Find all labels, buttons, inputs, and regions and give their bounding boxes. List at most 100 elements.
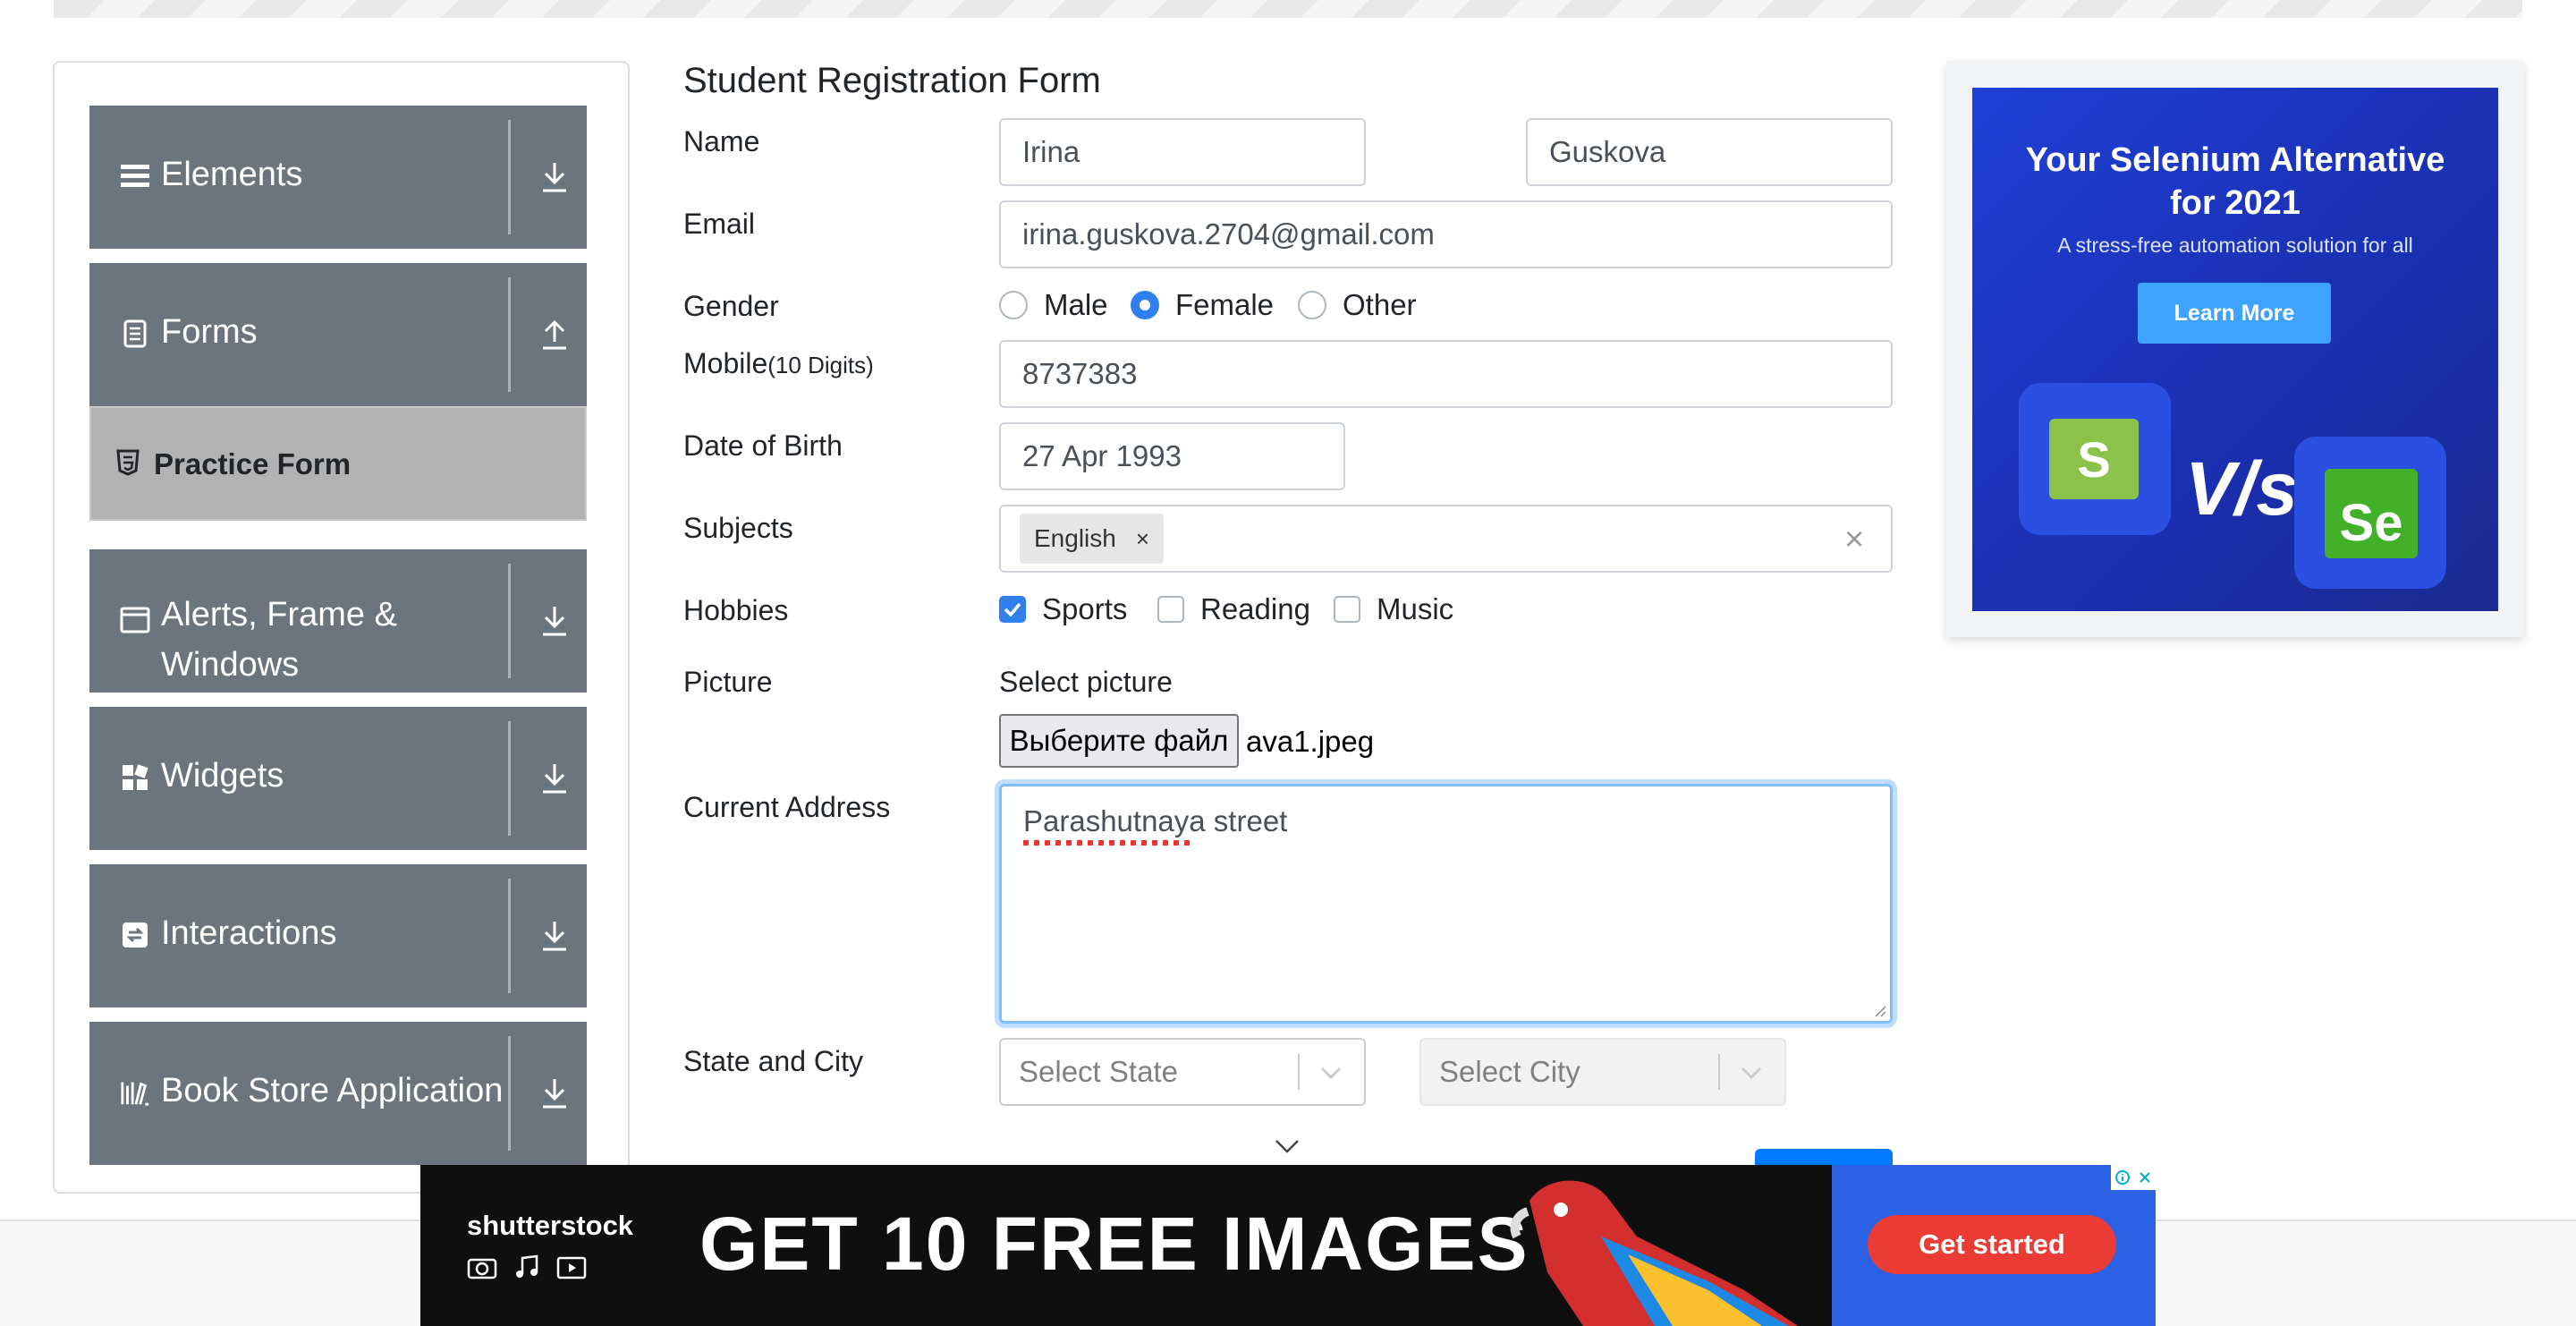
sidebar-group-label: Forms (161, 313, 258, 351)
last-name-input[interactable]: Guskova (1526, 118, 1893, 186)
page-title: Student Registration Form (683, 61, 1101, 100)
choose-file-button[interactable]: Выберите файл (999, 714, 1239, 768)
download-icon[interactable] (538, 603, 571, 639)
current-address-textarea[interactable]: Parashutnaya street (999, 784, 1893, 1024)
sidebar-group-label: Elements (161, 156, 303, 193)
document-icon (120, 319, 150, 349)
music-icon (516, 1254, 538, 1278)
divider (508, 120, 511, 234)
clear-icon[interactable]: × (1844, 521, 1864, 559)
scroll-chevron-icon[interactable] (1274, 1136, 1301, 1156)
ad-banner[interactable]: Your Selenium Alternative for 2021 A str… (1972, 88, 2498, 611)
radio-circle[interactable] (1298, 291, 1326, 319)
hobby-checkbox-music[interactable]: Music (1334, 592, 1453, 626)
sidebar-group-elements[interactable]: Elements (89, 106, 587, 249)
resize-handle-icon[interactable] (1872, 1003, 1886, 1017)
hobbies-label: Hobbies (683, 594, 789, 626)
adchoices-icon[interactable] (2111, 1165, 2156, 1190)
media-icons (467, 1254, 587, 1279)
learn-more-button[interactable]: Learn More (2138, 283, 2331, 344)
radio-label: Male (1044, 288, 1108, 321)
testsigma-logo: S (2019, 383, 2171, 535)
upload-icon[interactable] (538, 317, 571, 353)
email-input[interactable]: irina.guskova.2704@gmail.com (999, 200, 1893, 268)
download-icon[interactable] (538, 761, 571, 796)
ad-brand: shutterstock (467, 1210, 634, 1241)
chevron-down-icon[interactable] (1316, 1059, 1346, 1086)
sidebar-item-practice-form[interactable]: Practice Form (89, 406, 587, 521)
subject-chip: English × (1020, 514, 1165, 564)
check-icon[interactable] (999, 596, 1026, 623)
sidebar-group-label: Alerts, Frame & (161, 596, 397, 633)
ad-subtitle: A stress-free automation solution for al… (2057, 234, 2413, 257)
sidebar-group-alerts[interactable]: Alerts, Frame & Windows (89, 549, 587, 693)
submit-button[interactable] (1755, 1149, 1893, 1167)
mobile-label: Mobile(10 Digits) (683, 347, 874, 380)
radio-circle[interactable] (1131, 291, 1159, 319)
gender-radio-male[interactable]: Male (999, 288, 1108, 322)
gender-radio-female[interactable]: Female (1131, 288, 1274, 322)
hobby-checkbox-sports[interactable]: Sports (999, 592, 1127, 626)
mobile-label-text: Mobile (683, 347, 768, 379)
get-started-button[interactable]: Get started (1868, 1215, 2116, 1274)
sidebar-group-label-line2: Windows (161, 646, 300, 684)
city-select[interactable]: Select City (1419, 1038, 1786, 1106)
download-icon[interactable] (538, 1075, 571, 1111)
divider (508, 564, 511, 678)
sidebar-group-label: Interactions (161, 914, 337, 952)
interactions-icon (120, 920, 150, 950)
checkbox-label: Sports (1042, 592, 1128, 625)
first-name-input[interactable]: Irina (999, 118, 1366, 186)
window-icon (120, 605, 150, 635)
chevron-down-icon[interactable] (1736, 1059, 1767, 1086)
checkbox-box[interactable] (1157, 596, 1184, 623)
dob-label: Date of Birth (683, 429, 843, 462)
ad-headline-2: for 2021 (2170, 184, 2301, 222)
divider (508, 721, 511, 836)
shutterstock-ad[interactable]: shutterstock GET 10 FREE IMAGES Get star… (420, 1165, 2156, 1326)
address-text: Parashutnaya street (1023, 804, 1288, 837)
download-icon[interactable] (538, 918, 571, 954)
mobile-hint: (10 Digits) (767, 352, 874, 378)
sidebar-group-widgets[interactable]: Widgets (89, 707, 587, 850)
file-name: ava1.jpeg (1246, 725, 1375, 758)
radio-label: Other (1343, 288, 1417, 321)
sidebar-group-label: Book Store Application (161, 1072, 504, 1109)
subject-chip-label: English (1034, 524, 1116, 552)
address-label: Current Address (683, 791, 891, 823)
gender-label: Gender (683, 290, 779, 322)
sidebar-group-forms[interactable]: Forms (89, 263, 587, 406)
subjects-label: Subjects (683, 512, 793, 544)
camera-icon (467, 1258, 497, 1279)
checkbox-box[interactable] (1334, 596, 1360, 623)
checkbox-label: Music (1377, 592, 1454, 625)
radio-circle[interactable] (999, 291, 1028, 319)
sidebar-group-interactions[interactable]: Interactions (89, 864, 587, 1007)
picture-label: Picture (683, 666, 773, 698)
selenium-ad[interactable]: Your Selenium Alternative for 2021 A str… (1946, 61, 2524, 637)
divider (1298, 1054, 1300, 1090)
gender-radio-other[interactable]: Other (1298, 288, 1417, 322)
chip-remove-icon[interactable]: × (1136, 525, 1149, 553)
sidebar-group-book-store[interactable]: Book Store Application (89, 1022, 587, 1165)
download-icon[interactable] (538, 159, 571, 195)
logo-se-mark: Se (2325, 469, 2418, 558)
versus-text: V/s (2185, 446, 2299, 531)
books-icon (120, 1077, 150, 1108)
state-placeholder: Select State (1019, 1055, 1178, 1088)
ad-headline: Your Selenium Alternative (2025, 141, 2445, 179)
state-select[interactable]: Select State (999, 1038, 1366, 1106)
mobile-input[interactable]: 8737383 (999, 340, 1893, 408)
divider (508, 879, 511, 993)
menu-icon (120, 161, 150, 191)
name-label: Name (683, 125, 760, 157)
top-banner-strip (54, 0, 2522, 18)
close-icon[interactable] (2138, 1170, 2152, 1185)
city-placeholder: Select City (1439, 1055, 1580, 1088)
date-of-birth-input[interactable]: 27 Apr 1993 (999, 422, 1345, 490)
hobby-checkbox-reading[interactable]: Reading (1157, 592, 1310, 626)
divider (1718, 1054, 1720, 1090)
info-icon[interactable] (2114, 1169, 2131, 1186)
parrot-image (1510, 1180, 1798, 1326)
divider (508, 277, 511, 392)
